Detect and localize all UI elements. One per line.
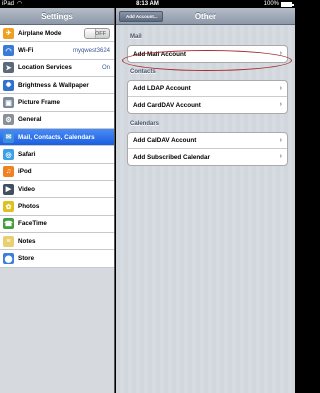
settings-item-label: Photos — [18, 203, 40, 211]
highlight-oval — [122, 50, 292, 71]
add-ldap-account-row[interactable]: Add LDAP Account › — [128, 81, 287, 97]
settings-item-value: myqwest3624 — [72, 47, 110, 54]
settings-item-label: Airplane Mode — [18, 29, 62, 37]
settings-list: ✈ Airplane Mode OFF ◠ Wi-Fi myqwest3624 ➤ Locat… — [0, 25, 114, 268]
settings-item-facetime[interactable]: ☎ FaceTime — [0, 215, 114, 234]
settings-item-location-services[interactable]: ➤ Location Services On — [0, 59, 114, 78]
contacts-group: Add LDAP Account › Add CardDAV Account › — [127, 80, 288, 114]
add-carddav-account-row[interactable]: Add CardDAV Account › — [128, 97, 287, 113]
settings-item-label: Brightness & Wallpaper — [18, 81, 89, 89]
ipod-icon: ♫ — [3, 166, 14, 178]
detail-pane: Add Account... Other Mail Add Mail Accou… — [116, 8, 295, 393]
settings-item-label: Picture Frame — [18, 99, 60, 107]
back-button[interactable]: Add Account... — [119, 11, 163, 22]
settings-item-safari[interactable]: ◎ Safari — [0, 146, 114, 164]
airplane-icon: ✈ — [3, 27, 14, 39]
settings-item-value: On — [101, 64, 110, 71]
settings-item-label: Wi-Fi — [18, 47, 34, 55]
settings-item-label: FaceTime — [18, 220, 47, 228]
settings-item-general[interactable]: ⚙ General — [0, 111, 114, 130]
chevron-right-icon: › — [279, 101, 282, 108]
settings-item-label: Location Services — [18, 64, 72, 72]
store-icon: ⬤ — [3, 253, 14, 265]
battery-percent: 100% — [263, 1, 279, 7]
detail-header: Add Account... Other — [116, 8, 295, 25]
page-title: Other — [194, 12, 217, 21]
battery-icon — [281, 1, 294, 7]
notes-icon: ≡ — [3, 235, 14, 247]
calendars-group: Add CalDAV Account › Add Subscribed Cale… — [127, 132, 288, 166]
picture-frame-icon: ▣ — [3, 97, 14, 109]
section-title-calendars: Calendars — [130, 121, 160, 127]
settings-item-label: Notes — [18, 237, 36, 245]
clock: 8:13 AM — [136, 1, 159, 7]
settings-item-brightness-wallpaper[interactable]: ✹ Brightness & Wallpaper — [0, 77, 114, 95]
row-label: Add LDAP Account — [133, 85, 191, 92]
safari-icon: ◎ — [3, 149, 14, 161]
settings-item-label: Safari — [18, 151, 36, 159]
settings-item-mail-contacts-calendars[interactable]: ✉ Mail, Contacts, Calendars — [0, 129, 114, 147]
settings-item-photos[interactable]: ✿ Photos — [0, 198, 114, 216]
status-bar: iPad ◠ 8:13 AM 100% — [0, 0, 295, 8]
photos-icon: ✿ — [3, 201, 14, 213]
add-subscribed-calendar-row[interactable]: Add Subscribed Calendar › — [128, 149, 287, 165]
wifi-icon: ◠ — [3, 45, 14, 57]
row-label: Add CardDAV Account — [133, 101, 201, 109]
settings-sidebar: Settings ✈ Airplane Mode OFF ◠ Wi-Fi myqwest3… — [0, 8, 115, 393]
toggle-state-label: OFF — [95, 31, 106, 37]
brightness-icon: ✹ — [3, 79, 14, 91]
settings-item-notes[interactable]: ≡ Notes — [0, 233, 114, 251]
video-icon: ▶ — [3, 183, 14, 195]
add-caldav-account-row[interactable]: Add CalDAV Account › — [128, 133, 287, 149]
chevron-right-icon: › — [279, 85, 282, 92]
section-title-contacts: Contacts — [130, 69, 156, 75]
location-icon: ➤ — [3, 62, 14, 74]
settings-item-label: Store — [18, 255, 35, 263]
section-title-mail: Mail — [130, 34, 142, 40]
chevron-right-icon: › — [279, 153, 282, 160]
settings-item-wi-fi[interactable]: ◠ Wi-Fi myqwest3624 — [0, 42, 114, 60]
mail-icon: ✉ — [3, 131, 14, 143]
gear-icon: ⚙ — [3, 114, 14, 126]
settings-item-label: Video — [18, 185, 36, 193]
chevron-right-icon: › — [279, 137, 282, 144]
settings-item-store[interactable]: ⬤ Store — [0, 250, 114, 268]
settings-item-picture-frame[interactable]: ▣ Picture Frame — [0, 94, 114, 112]
settings-item-ipod[interactable]: ♫ iPod — [0, 163, 114, 182]
airplane-mode-toggle[interactable]: OFF — [84, 28, 110, 39]
settings-item-video[interactable]: ▶ Video — [0, 181, 114, 199]
settings-item-label: Mail, Contacts, Calendars — [18, 133, 95, 141]
settings-title: Settings — [0, 8, 114, 25]
row-label: Add Subscribed Calendar — [133, 153, 210, 161]
settings-item-airplane-mode[interactable]: ✈ Airplane Mode OFF — [0, 25, 114, 43]
settings-item-label: General — [18, 116, 42, 124]
settings-item-label: iPod — [18, 168, 32, 176]
row-label: Add CalDAV Account — [133, 137, 197, 144]
facetime-icon: ☎ — [3, 218, 14, 230]
